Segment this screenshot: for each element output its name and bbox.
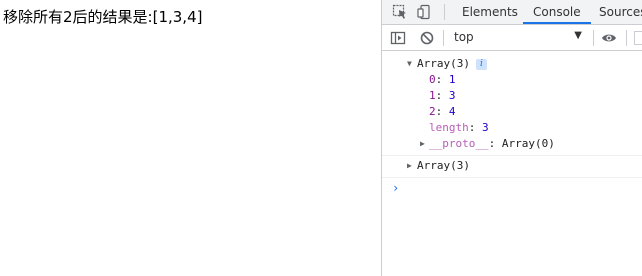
array-length-value: 3 [482,121,489,134]
console-toolbar-separator-3 [626,30,627,46]
console-output: ▼ Array(3) i 0: 1 1: 3 2: 4 length: 3 ▶ … [382,51,642,196]
console-entry-array-collapsed[interactable]: ▶ Array(3) [382,158,642,174]
array-summary: Array(3) [417,159,470,172]
array-item-key: 1 [429,89,436,102]
tab-elements[interactable]: Elements [462,0,518,24]
console-divider [382,155,642,156]
array-item: 1: 3 [429,89,456,102]
expand-triangle-right-icon[interactable]: ▶ [420,136,425,152]
console-prompt-icon[interactable]: › [392,180,399,196]
info-icon[interactable]: i [475,59,487,70]
tab-console[interactable]: Console [523,0,591,24]
console-divider [382,177,642,178]
console-prompt-row[interactable]: › [382,180,642,196]
array-item-key: 2 [429,105,436,118]
devtools-tabbar: Elements Console Sources [382,0,642,25]
array-item-value: 4 [448,105,456,118]
console-toolbar-separator [443,30,444,46]
filter-input[interactable] [634,31,642,45]
clear-console-icon[interactable] [419,30,435,46]
eye-icon[interactable] [601,30,617,46]
console-entry-array-expanded[interactable]: ▼ Array(3) i [382,56,642,72]
array-item-value: 1 [448,73,456,86]
tab-sources[interactable]: Sources [599,0,642,24]
array-item-key: 0 [429,73,436,86]
context-selector[interactable]: top ▼ [448,28,588,48]
console-toolbar-separator-2 [593,30,594,46]
page-content: 移除所有2后的结果是:[1,3,4] [0,0,381,276]
page-result-text: 移除所有2后的结果是:[1,3,4] [3,8,203,26]
sidebar-toggle-icon[interactable] [390,30,406,46]
array-item-value: 3 [448,89,456,102]
inspect-element-icon[interactable] [392,4,408,20]
array-length-key: length [429,121,469,134]
array-proto-key: __proto__ [429,137,489,150]
console-toolbar: top ▼ [382,25,642,51]
array-summary: Array(3) [417,57,470,70]
context-label: top [454,30,474,44]
devtools-panel: Elements Console Sources top ▼ ▼ Array(3… [381,0,642,276]
expand-triangle-right-icon[interactable]: ▶ [407,158,412,174]
array-item: 0: 1 [429,73,456,86]
device-toolbar-icon[interactable] [417,4,433,20]
tabbar-separator [444,4,445,20]
array-length: length: 3 [429,121,489,134]
array-proto[interactable]: ▶ __proto__: Array(0) [382,136,642,152]
expand-triangle-down-icon[interactable]: ▼ [407,56,412,72]
array-proto-value: Array(0) [501,137,555,150]
array-item: 2: 4 [429,105,456,118]
chevron-down-icon: ▼ [574,30,582,41]
